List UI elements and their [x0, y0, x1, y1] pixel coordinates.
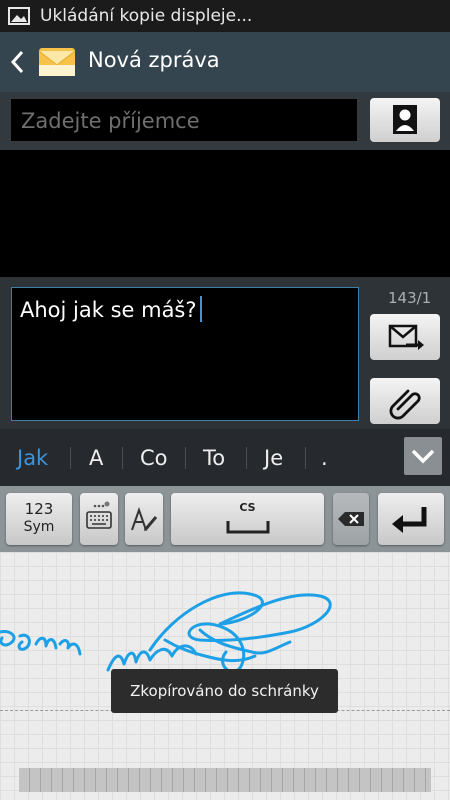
suggestion-item[interactable]: Jak [17, 446, 48, 470]
divider [305, 447, 306, 469]
handwriting-key[interactable] [125, 493, 163, 545]
keyboard-function-row: 123 Sym CS [0, 486, 450, 552]
space-key-language: CS [239, 501, 256, 514]
attach-button[interactable] [370, 378, 440, 424]
keyboard-mode-key[interactable] [80, 493, 118, 545]
space-key[interactable]: CS [171, 493, 324, 545]
send-button[interactable] [370, 314, 440, 360]
backspace-icon [338, 512, 364, 526]
enter-key[interactable] [378, 493, 444, 545]
envelope-icon [38, 48, 76, 76]
status-bar: Ukládání kopie displeje... [0, 0, 450, 32]
collapse-suggestions-button[interactable] [404, 437, 442, 475]
divider [122, 447, 123, 469]
enter-icon [392, 507, 427, 533]
message-input[interactable]: Ahoj jak se máš? [11, 287, 359, 421]
divider [246, 447, 247, 469]
suggestion-item[interactable]: Co [140, 446, 168, 470]
suggestion-item[interactable]: Je [264, 446, 283, 470]
contact-picker-button[interactable] [370, 98, 440, 142]
compose-row: Ahoj jak se máš? 143/1 [0, 277, 450, 429]
send-icon [388, 324, 424, 350]
chevron-down-icon [411, 449, 435, 464]
contact-icon [393, 105, 417, 134]
suggestion-item[interactable]: . [321, 446, 328, 470]
char-counter: 143/1 [388, 289, 432, 307]
message-text: Ahoj jak se máš? [20, 298, 197, 322]
image-icon [8, 7, 30, 25]
suggestion-item[interactable]: A [89, 446, 103, 470]
space-icon [226, 521, 270, 534]
recipient-input[interactable]: Zadejte příjemce [10, 98, 358, 142]
keyboard-icon [86, 501, 112, 529]
divider [185, 447, 186, 469]
backspace-key[interactable] [333, 493, 369, 545]
status-notification: Ukládání kopie displeje... [40, 6, 253, 26]
paperclip-icon [389, 389, 421, 420]
handwriting-icon [131, 506, 158, 531]
suggestion-bar: Jak A Co To Je . [0, 429, 450, 486]
sym-key-label-bottom: Sym [23, 519, 55, 535]
divider [70, 447, 71, 469]
handwriting-scroll-strip[interactable] [19, 768, 431, 792]
suggestion-item[interactable]: To [203, 446, 225, 470]
sym-key-label-top: 123 [24, 500, 54, 518]
sym-key[interactable]: 123 Sym [6, 493, 72, 545]
chevron-left-icon[interactable] [10, 50, 24, 74]
text-cursor [199, 296, 202, 322]
conversation-area [0, 150, 450, 277]
app-bar: Nová zpráva [0, 32, 450, 92]
recipient-row: Zadejte příjemce [0, 92, 450, 150]
toast-message: Zkopírováno do schránky [111, 669, 338, 713]
page-title: Nová zpráva [88, 48, 220, 72]
